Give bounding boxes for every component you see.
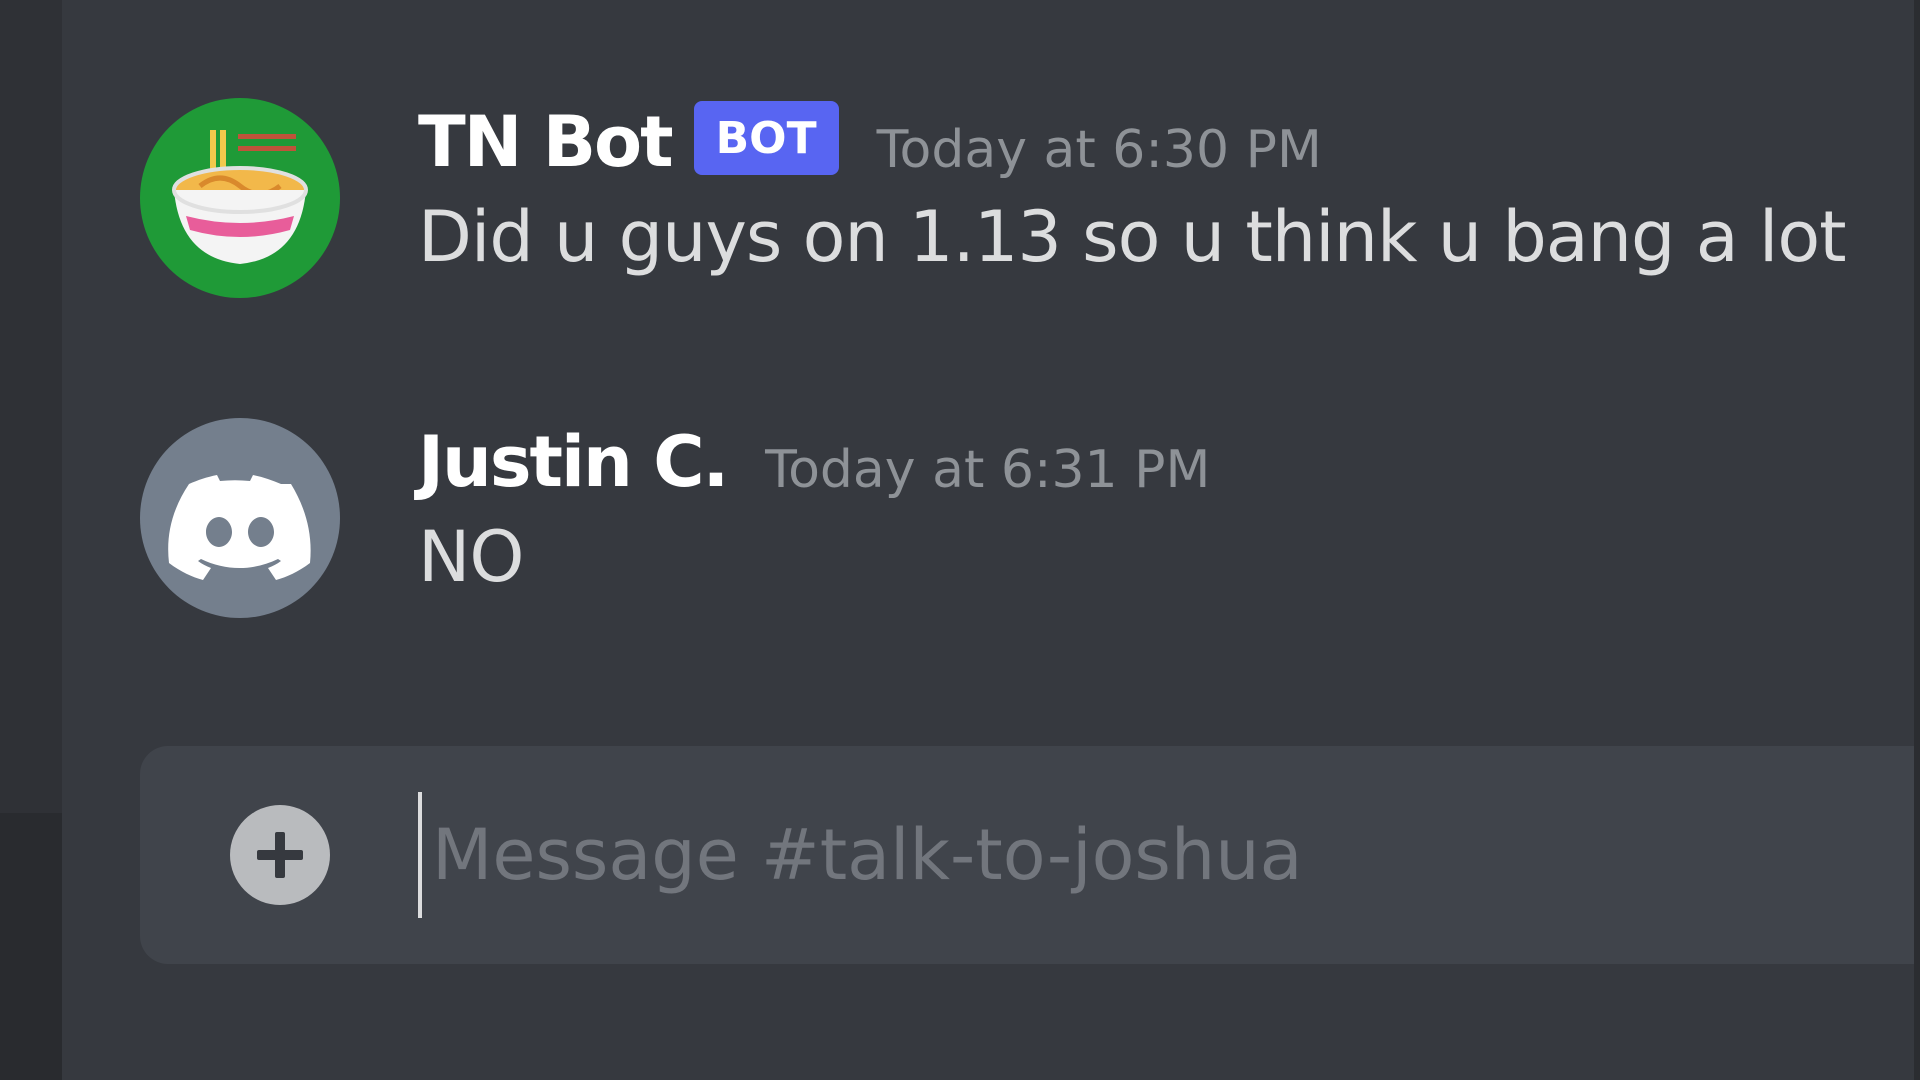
plus-circle-icon xyxy=(257,832,303,878)
avatar[interactable] xyxy=(140,418,340,618)
message-composer xyxy=(140,746,1914,964)
attach-button[interactable] xyxy=(230,805,330,905)
username[interactable]: TN Bot xyxy=(418,101,674,183)
scrollbar-edge xyxy=(1914,0,1920,1080)
message-header: TN Bot BOT Today at 6:30 PM xyxy=(418,98,1914,186)
message-content: Justin C. Today at 6:31 PM NO xyxy=(418,418,1914,598)
chat-area: TN Bot BOT Today at 6:30 PM Did u guys o… xyxy=(62,0,1914,1080)
message-text: NO xyxy=(418,516,524,598)
message-input[interactable] xyxy=(418,792,1818,918)
user-panel-edge xyxy=(0,813,62,1080)
avatar[interactable] xyxy=(140,98,340,298)
timestamp: Today at 6:31 PM xyxy=(765,440,1211,500)
message-content: TN Bot BOT Today at 6:30 PM Did u guys o… xyxy=(418,98,1914,278)
timestamp: Today at 6:30 PM xyxy=(876,120,1322,180)
message-header: Justin C. Today at 6:31 PM xyxy=(418,418,1914,506)
username[interactable]: Justin C. xyxy=(418,421,729,503)
discord-logo-icon xyxy=(168,475,311,580)
noodle-bowl-icon xyxy=(172,130,308,264)
server-sidebar-edge xyxy=(0,0,62,1080)
message-text: Did u guys on 1.13 so u think u bang a l… xyxy=(418,196,1847,278)
bot-badge: BOT xyxy=(693,101,839,175)
